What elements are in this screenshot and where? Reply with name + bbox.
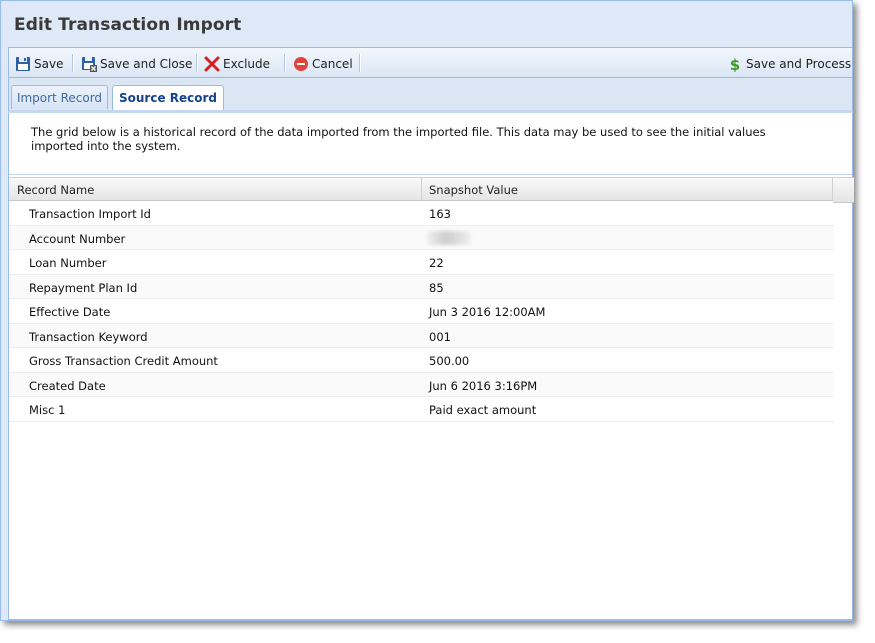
cancel-label: Cancel (312, 56, 353, 71)
edit-transaction-import-window: Edit Transaction Import Save Save and Cl… (0, 0, 854, 621)
record-name-cell: Transaction Keyword (29, 329, 148, 344)
snapshot-value-cell: Paid exact amount (429, 403, 537, 417)
svg-text:$: $ (730, 56, 740, 72)
table-row[interactable]: Misc 1 Paid exact amount (9, 397, 834, 422)
window-title: Edit Transaction Import (14, 15, 242, 35)
grid-header: Record Name Snapshot Value (9, 177, 854, 203)
snapshot-value-cell: 22 (429, 256, 444, 270)
snapshot-value-cell: 500.00 (429, 354, 470, 368)
record-name-cell: Effective Date (29, 305, 111, 319)
cancel-button[interactable]: Cancel (293, 55, 353, 72)
tab-source-record-label: Source Record (118, 91, 218, 105)
save-close-icon (81, 56, 97, 72)
record-name-cell: Account Number (29, 231, 126, 246)
column-header-snapshot-value[interactable]: Snapshot Value (429, 183, 518, 197)
record-name-cell: Created Date (29, 378, 106, 393)
snapshot-value-cell: Jun 3 2016 12:00AM (429, 305, 546, 319)
record-name-cell: Repayment Plan Id (29, 280, 138, 295)
cancel-circle-icon (293, 56, 309, 72)
record-name-cell: Gross Transaction Credit Amount (29, 354, 218, 368)
save-label: Save (34, 56, 64, 71)
snapshot-value-cell: Jun 6 2016 3:16PM (429, 378, 538, 393)
exclude-label: Exclude (223, 56, 271, 71)
source-record-panel: The grid below is a historical record of… (8, 113, 854, 620)
dollar-icon: $ (727, 56, 743, 74)
record-name-cell: Misc 1 (29, 403, 66, 417)
tab-source-record[interactable]: Source Record (112, 85, 224, 110)
table-row[interactable]: Gross Transaction Credit Amount 500.00 (9, 348, 834, 373)
tab-bar: Import Record Source Record (8, 78, 853, 113)
exclude-button[interactable]: Exclude (204, 55, 270, 72)
window-title-bar: Edit Transaction Import (1, 1, 852, 47)
record-name-cell: Transaction Import Id (29, 207, 151, 221)
table-row[interactable]: Transaction Import Id 163 (9, 201, 834, 226)
table-row[interactable]: Loan Number 22 (9, 250, 834, 275)
tab-import-record-label: Import Record (16, 90, 103, 105)
floppy-disk-icon (15, 56, 31, 72)
tab-import-record[interactable]: Import Record (11, 85, 108, 109)
table-row[interactable]: Created Date Jun 6 2016 3:16PM (9, 372, 834, 397)
record-name-cell: Loan Number (29, 256, 107, 270)
table-row[interactable]: Transaction Keyword 001 (9, 323, 834, 348)
snapshot-value-cell: 001 (429, 329, 451, 344)
save-and-close-label: Save and Close (100, 56, 193, 71)
redacted-value (427, 230, 471, 245)
toolbar: Save Save and Close Exclude Cancel $ Sav… (8, 47, 853, 78)
save-button[interactable]: Save (15, 55, 63, 72)
table-row[interactable]: Effective Date Jun 3 2016 12:00AM (9, 299, 834, 324)
red-x-icon (204, 56, 220, 72)
snapshot-value-cell: 163 (429, 207, 451, 221)
snapshot-value-cell: 85 (429, 280, 444, 295)
table-row[interactable]: Repayment Plan Id 85 (9, 274, 834, 299)
save-and-process-button[interactable]: $ Save and Process (727, 55, 852, 74)
snapshot-grid: Record Name Snapshot Value Transaction I… (9, 177, 854, 422)
table-row[interactable]: Account Number (9, 225, 834, 250)
save-and-close-button[interactable]: Save and Close (81, 55, 192, 72)
grid-description: The grid below is a historical record of… (31, 125, 766, 153)
column-header-record-name[interactable]: Record Name (17, 183, 94, 197)
save-and-process-label: Save and Process (746, 56, 852, 71)
